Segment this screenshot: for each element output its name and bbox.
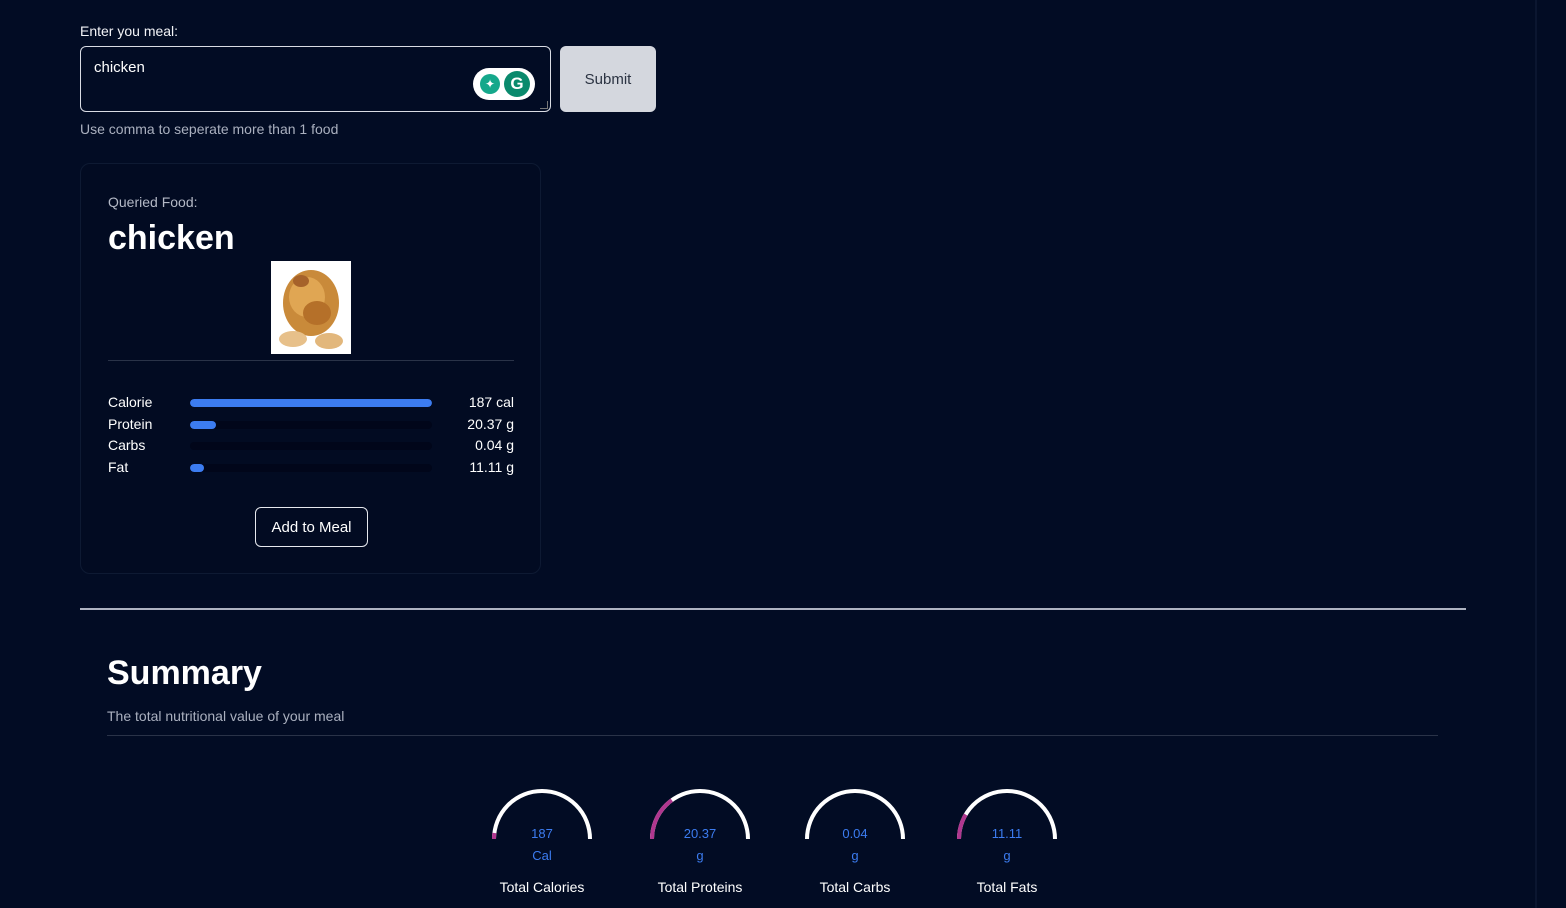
gauge-total-proteins: 20.37 g Total Proteins — [645, 784, 755, 908]
gauge-value: 11.11 — [991, 826, 1023, 841]
food-card: Queried Food: chicken Calorie 187 cal Pr… — [80, 163, 541, 574]
food-image — [271, 261, 351, 354]
section-divider — [80, 608, 1466, 610]
nutrient-row-calorie: Calorie 187 cal — [108, 393, 514, 413]
nutrient-bar — [190, 421, 432, 429]
page-right-border — [1535, 0, 1537, 908]
gauge-label: Total Calories — [499, 879, 585, 895]
grammarly-widget[interactable]: ✦ G — [473, 68, 535, 100]
gauge-value: 187 — [531, 826, 553, 841]
gauge-unit: g — [696, 848, 704, 863]
nutrient-row-carbs: Carbs 0.04 g — [108, 436, 514, 456]
nutrient-bar — [190, 442, 432, 450]
nutrient-row-fat: Fat 11.11 g — [108, 458, 514, 478]
summary-title: Summary — [107, 654, 262, 692]
nutrient-label: Carbs — [108, 437, 146, 453]
nutrient-value: 20.37 g — [467, 416, 514, 432]
gauge-total-fats: 11.11 g Total Fats — [952, 784, 1062, 908]
gauge-label: Total Proteins — [657, 879, 743, 895]
food-name: chicken — [108, 219, 235, 257]
queried-food-label: Queried Food: — [108, 194, 198, 210]
gauge-value: 20.37 — [683, 826, 717, 841]
meal-input-hint: Use comma to seperate more than 1 food — [80, 121, 339, 137]
nutrient-label: Calorie — [108, 394, 153, 410]
nutrient-value: 0.04 g — [475, 437, 514, 453]
nutrient-value: 187 cal — [468, 394, 514, 410]
meal-input-label: Enter you meal: — [80, 23, 179, 39]
nutrient-value: 11.11 g — [469, 459, 514, 475]
meal-input[interactable]: chicken ✦ G — [80, 46, 551, 112]
gauge-label: Total Carbs — [819, 879, 891, 895]
summary-divider — [107, 735, 1438, 736]
nutrient-label: Fat — [108, 459, 129, 475]
nutrient-bar — [190, 399, 432, 407]
nutrient-bar — [190, 464, 432, 472]
meal-input-value[interactable]: chicken — [94, 59, 145, 76]
gauge-unit: Cal — [532, 848, 552, 863]
nutrient-bar-fill — [190, 421, 217, 429]
summary-subtitle: The total nutritional value of your meal — [107, 708, 345, 724]
gauge-unit: g — [1003, 848, 1011, 863]
nutrient-bar-fill — [190, 464, 205, 472]
nutrient-label: Protein — [108, 416, 153, 432]
nutrient-bar-fill — [190, 399, 432, 407]
submit-button[interactable]: Submit — [560, 46, 656, 112]
resize-handle-icon[interactable] — [540, 101, 548, 109]
gauge-unit: g — [851, 848, 859, 863]
gauge-total-carbs: 0.04 g Total Carbs — [800, 784, 910, 908]
grammarly-suggestion-icon[interactable]: ✦ — [480, 74, 500, 94]
gauge-value: 0.04 — [842, 826, 868, 841]
gauge-label: Total Fats — [976, 879, 1038, 895]
nutrient-row-protein: Protein 20.37 g — [108, 415, 514, 435]
grammarly-logo-icon[interactable]: G — [504, 71, 530, 97]
gauge-total-calories: 187 Cal Total Calories — [487, 784, 597, 908]
card-divider — [108, 360, 514, 361]
add-to-meal-button[interactable]: Add to Meal — [255, 507, 368, 547]
